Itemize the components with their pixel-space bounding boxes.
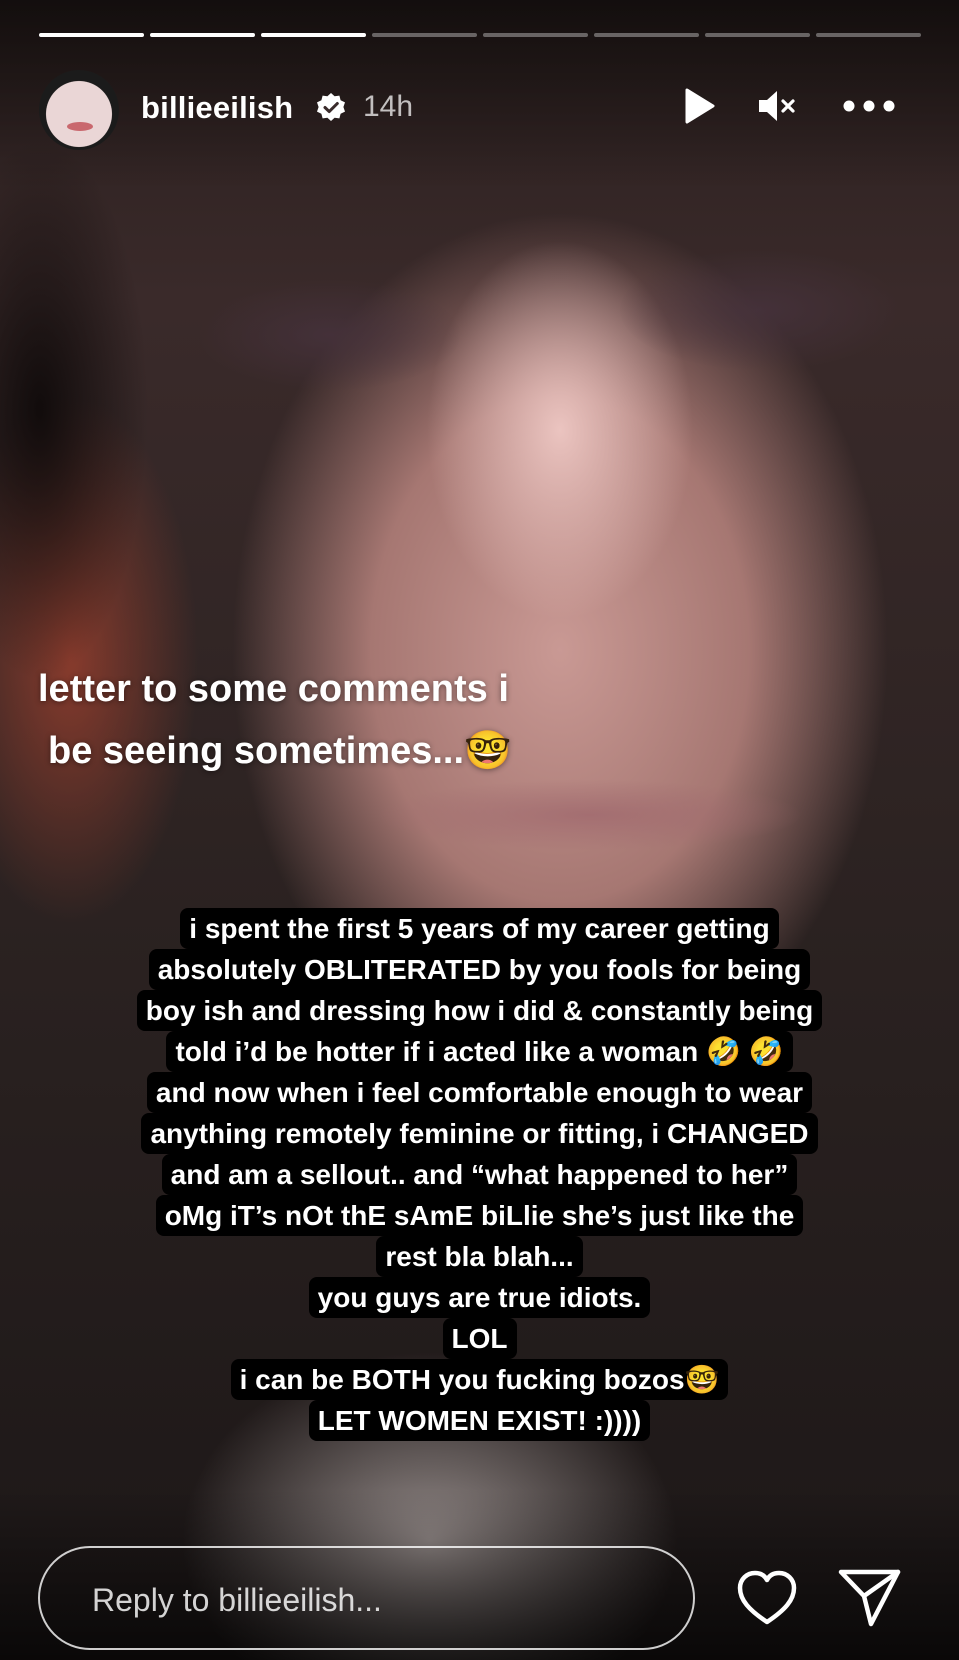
message-line: i spent the first 5 years of my career g… [0, 908, 959, 949]
message-line-text: and am a sellout.. and “what happened to… [161, 1154, 798, 1195]
message-line-text: rest bla blah... [376, 1236, 583, 1277]
message-line-text: told i’d be hotter if i acted like a wom… [166, 1031, 793, 1072]
progress-segment [39, 33, 144, 37]
more-icon[interactable] [839, 84, 899, 128]
message-line-text: absolutely OBLITERATED by you fools for … [148, 949, 811, 990]
message-line-text: anything remotely feminine or fitting, i… [141, 1113, 818, 1154]
message-line: oMg iT’s nOt thE sAmE biLlie she’s just … [0, 1195, 959, 1236]
play-icon[interactable] [677, 84, 721, 128]
reply-input[interactable] [90, 1574, 674, 1626]
progress-segment [372, 33, 477, 37]
caption-line: letter to some comments i [38, 668, 509, 710]
background-eye-right [620, 250, 900, 370]
message-line-text: LOL [442, 1318, 517, 1359]
username[interactable]: billieeilish [141, 90, 293, 126]
message-line: i can be BOTH you fucking bozos🤓 [0, 1359, 959, 1400]
progress-segment [594, 33, 699, 37]
send-icon[interactable] [836, 1564, 904, 1630]
background-eye-left [200, 280, 460, 390]
verified-badge-icon [317, 93, 345, 121]
progress-segment [483, 33, 588, 37]
message-line: and now when i feel comfortable enough t… [0, 1072, 959, 1113]
reply-field[interactable] [38, 1546, 695, 1650]
message-line: rest bla blah... [0, 1236, 959, 1277]
background-hair-shadow [0, 130, 200, 690]
message-line-text: and now when i feel comfortable enough t… [146, 1072, 813, 1113]
background-mouth [380, 780, 800, 850]
message-line: told i’d be hotter if i acted like a wom… [0, 1031, 959, 1072]
message-line-text: i can be BOTH you fucking bozos🤓 [230, 1359, 729, 1400]
message-line: you guys are true idiots. [0, 1277, 959, 1318]
story-message-block: i spent the first 5 years of my career g… [0, 908, 959, 1441]
progress-segment [150, 33, 255, 37]
timestamp: 14h [363, 90, 414, 123]
message-line: boy ish and dressing how i did & constan… [0, 990, 959, 1031]
progress-segment [261, 33, 366, 37]
message-line-text: i spent the first 5 years of my career g… [180, 908, 779, 949]
avatar[interactable] [39, 70, 119, 150]
story-caption: letter to some comments i be seeing some… [38, 658, 658, 782]
progress-segment [705, 33, 810, 37]
message-line: LOL [0, 1318, 959, 1359]
message-line-text: oMg iT’s nOt thE sAmE biLlie she’s just … [155, 1195, 804, 1236]
like-heart-icon[interactable] [735, 1568, 799, 1628]
story-header: billieeilish 14h [39, 70, 921, 150]
story-progress-bar [39, 33, 921, 38]
message-line: and am a sellout.. and “what happened to… [0, 1154, 959, 1195]
message-line: absolutely OBLITERATED by you fools for … [0, 949, 959, 990]
progress-segment [816, 33, 921, 37]
mute-icon[interactable] [755, 84, 799, 128]
message-line: LET WOMEN EXIST! :)))) [0, 1400, 959, 1441]
message-line-text: you guys are true idiots. [308, 1277, 651, 1318]
caption-line: be seeing sometimes...🤓 [48, 730, 512, 772]
message-line-text: LET WOMEN EXIST! :)))) [308, 1400, 651, 1441]
message-line: anything remotely feminine or fitting, i… [0, 1113, 959, 1154]
message-line-text: boy ish and dressing how i did & constan… [136, 990, 823, 1031]
